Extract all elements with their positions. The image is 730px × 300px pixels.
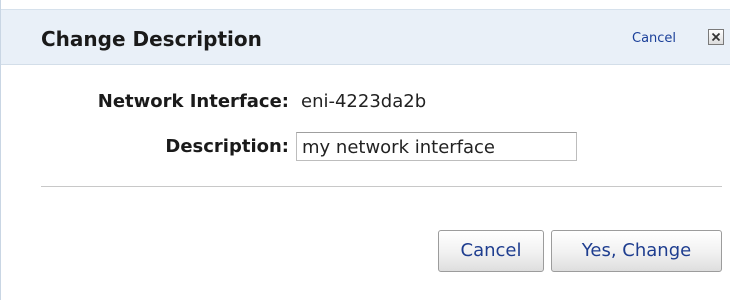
header-cancel-link[interactable]: Cancel [632, 31, 676, 47]
description-label: Description: [165, 136, 289, 157]
close-x-glyph [711, 32, 721, 42]
network-interface-label: Network Interface: [97, 91, 289, 112]
description-input[interactable] [296, 132, 577, 161]
cancel-button[interactable]: Cancel [438, 230, 544, 272]
dialog-header: Change Description Cancel [1, 9, 730, 65]
close-icon[interactable] [708, 29, 724, 45]
dialog-title: Change Description [41, 27, 262, 51]
divider [41, 186, 722, 187]
yes-change-button[interactable]: Yes, Change [551, 230, 722, 272]
network-interface-value: eni-4223da2b [301, 91, 427, 112]
change-description-dialog: Change Description Cancel Network Interf… [0, 0, 730, 300]
